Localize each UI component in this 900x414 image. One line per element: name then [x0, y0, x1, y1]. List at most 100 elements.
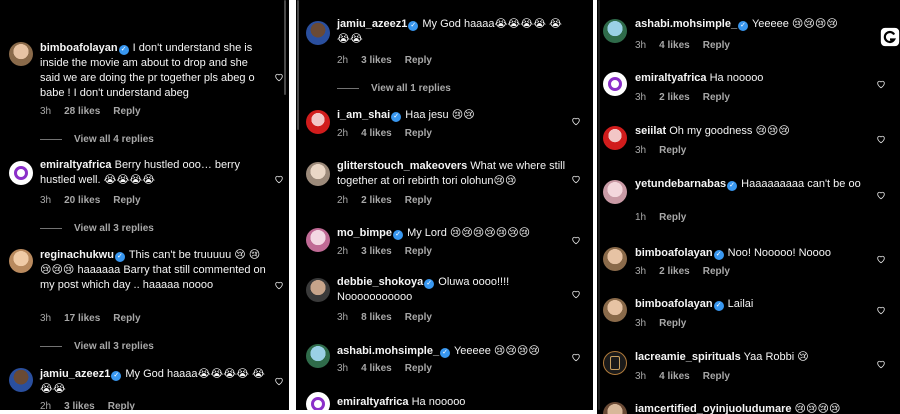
avatar[interactable]: [9, 368, 33, 392]
comment-likes[interactable]: 4 likes: [659, 371, 690, 382]
heart-outline-icon[interactable]: [274, 72, 284, 82]
reply-button[interactable]: Reply: [113, 106, 140, 117]
avatar[interactable]: [603, 126, 627, 150]
comments-panel-middle[interactable]: jamiu_azeez1 ✓ My God haaaa😭😭😭😭 😭😭😭 2h 3 l…: [296, 0, 593, 410]
avatar[interactable]: [603, 402, 627, 414]
avatar[interactable]: [603, 298, 627, 322]
comment-username[interactable]: iamcertified_oyinjuoludumare: [635, 403, 791, 414]
view-replies-button[interactable]: View all 1 replies: [337, 83, 451, 94]
comment-likes[interactable]: 4 likes: [361, 363, 392, 374]
reply-button[interactable]: Reply: [113, 313, 140, 324]
scrollbar[interactable]: [297, 0, 299, 130]
comment-username[interactable]: emiraltyafrica: [635, 72, 707, 84]
comment-username[interactable]: lacreamie_spirituals: [635, 351, 741, 363]
comment-likes[interactable]: 3 likes: [361, 246, 392, 257]
avatar[interactable]: [306, 392, 330, 410]
reply-button[interactable]: Reply: [405, 55, 432, 66]
view-replies-button[interactable]: View all 3 replies: [40, 223, 154, 234]
avatar[interactable]: [9, 249, 33, 273]
comment-likes[interactable]: 2 likes: [659, 92, 690, 103]
comments-panel-left[interactable]: bimboafolayan ✓ I don't understand she is…: [0, 0, 289, 410]
avatar[interactable]: [603, 72, 627, 96]
comment-username[interactable]: emiraltyafrica: [337, 396, 409, 408]
heart-outline-icon[interactable]: [876, 134, 886, 144]
reply-button[interactable]: Reply: [703, 371, 730, 382]
reply-button[interactable]: Reply: [703, 266, 730, 277]
heart-outline-icon[interactable]: [876, 190, 886, 200]
comment-likes[interactable]: 4 likes: [361, 128, 392, 139]
reply-button[interactable]: Reply: [659, 212, 686, 223]
comment-username[interactable]: yetundebarnabas: [635, 178, 726, 190]
reply-button[interactable]: Reply: [113, 195, 140, 206]
reply-button[interactable]: Reply: [405, 312, 432, 323]
heart-outline-icon[interactable]: [274, 376, 284, 386]
reply-button[interactable]: Reply: [703, 40, 730, 51]
avatar[interactable]: [603, 19, 627, 43]
comment-username[interactable]: seiilat: [635, 125, 666, 137]
comment-likes[interactable]: 2 likes: [659, 266, 690, 277]
reply-button[interactable]: Reply: [703, 92, 730, 103]
reply-button[interactable]: Reply: [405, 246, 432, 257]
heart-outline-icon[interactable]: [571, 289, 581, 299]
comment-likes[interactable]: 8 likes: [361, 312, 392, 323]
view-replies-button[interactable]: View all 4 replies: [40, 134, 154, 145]
comment-username[interactable]: i_am_shai: [337, 109, 390, 121]
comment-likes[interactable]: 20 likes: [64, 195, 100, 206]
heart-outline-icon[interactable]: [571, 116, 581, 126]
reply-button[interactable]: Reply: [108, 401, 135, 410]
view-replies-button[interactable]: View all 3 replies: [40, 341, 154, 352]
comment-username[interactable]: bimboafolayan: [40, 42, 118, 54]
avatar[interactable]: [9, 161, 33, 185]
comment-text: Oh my goodness 😢😢😢: [666, 125, 790, 137]
heart-outline-icon[interactable]: [274, 280, 284, 290]
avatar[interactable]: [306, 21, 330, 45]
comment-username[interactable]: reginachukwu: [40, 249, 114, 261]
avatar[interactable]: [603, 351, 627, 375]
heart-outline-icon[interactable]: [571, 352, 581, 362]
heart-outline-icon[interactable]: [571, 174, 581, 184]
comments-panel-right[interactable]: ashabi.mohsimple_ ✓ Yeeeee 😢😢😢😢 3h 4 likes…: [597, 0, 900, 414]
comment-username[interactable]: emiraltyafrica: [40, 159, 112, 171]
reply-button[interactable]: Reply: [405, 195, 432, 206]
heart-outline-icon[interactable]: [876, 254, 886, 264]
scrollbar[interactable]: [598, 0, 600, 410]
comment-username[interactable]: ashabi.mohsimple_: [337, 345, 439, 357]
avatar[interactable]: [306, 162, 330, 186]
comment-username[interactable]: bimboafolayan: [635, 247, 713, 259]
heart-outline-icon[interactable]: [274, 174, 284, 184]
comment-username[interactable]: glitterstouch_makeovers: [337, 160, 467, 172]
reply-button[interactable]: Reply: [405, 128, 432, 139]
heart-outline-icon[interactable]: [571, 235, 581, 245]
comment-meta: 3h Reply: [635, 318, 699, 329]
heart-outline-icon[interactable]: [876, 79, 886, 89]
avatar[interactable]: [306, 344, 330, 368]
avatar[interactable]: [9, 42, 33, 66]
scrollbar[interactable]: [284, 0, 286, 95]
comment-text: Haa jesu 😢😢: [402, 109, 475, 121]
comment-likes[interactable]: 3 likes: [361, 55, 392, 66]
comment-likes[interactable]: 3 likes: [64, 401, 95, 410]
avatar[interactable]: [603, 247, 627, 271]
avatar[interactable]: [603, 180, 627, 204]
reply-button[interactable]: Reply: [659, 318, 686, 329]
reply-button[interactable]: Reply: [405, 363, 432, 374]
avatar[interactable]: [306, 278, 330, 302]
comment-username[interactable]: ashabi.mohsimple_: [635, 18, 737, 30]
heart-outline-icon[interactable]: [876, 359, 886, 369]
avatar[interactable]: [306, 228, 330, 252]
comment-username[interactable]: jamiu_azeez1: [337, 18, 407, 30]
heart-outline-icon[interactable]: [876, 305, 886, 315]
comment-username[interactable]: jamiu_azeez1: [40, 368, 110, 380]
avatar[interactable]: [306, 110, 330, 134]
comment-meta: 2h 3 likes Reply: [337, 246, 445, 257]
comment-likes[interactable]: 4 likes: [659, 40, 690, 51]
comment-likes[interactable]: 2 likes: [361, 195, 392, 206]
comment-likes[interactable]: 17 likes: [64, 313, 100, 324]
reply-button[interactable]: Reply: [659, 145, 686, 156]
comment-likes[interactable]: 28 likes: [64, 106, 100, 117]
comment-username[interactable]: bimboafolayan: [635, 298, 713, 310]
g-logo-icon: [880, 27, 900, 47]
verified-badge-icon: ✓: [727, 181, 738, 191]
comment-username[interactable]: mo_bimpe: [337, 227, 392, 239]
comment-username[interactable]: debbie_shokoya: [337, 276, 423, 288]
